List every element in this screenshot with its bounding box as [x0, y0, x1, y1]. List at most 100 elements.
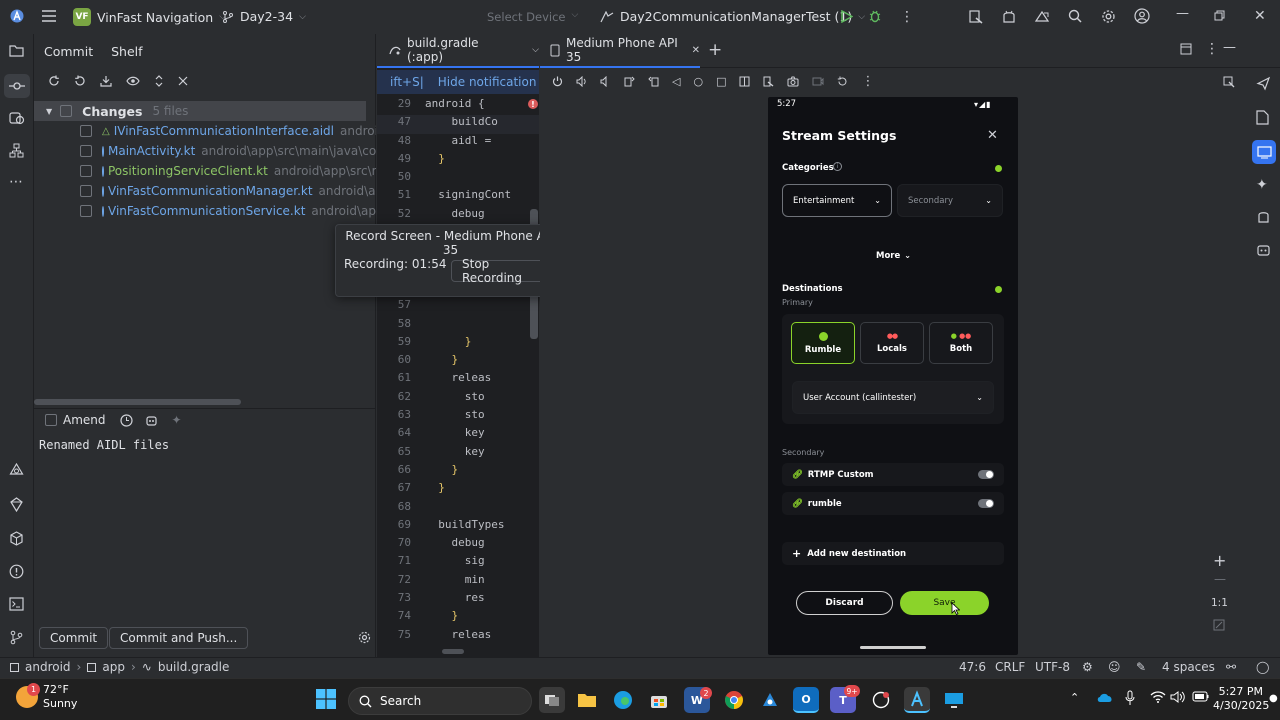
volume-down-icon[interactable]	[600, 76, 611, 87]
amend-checkbox[interactable]	[45, 414, 57, 426]
rtmp-toggle[interactable]	[978, 470, 994, 479]
indent-setting[interactable]: 4 spaces	[1162, 660, 1215, 674]
hide-notification-link[interactable]: Hide notification	[438, 75, 537, 89]
zoom-out-icon[interactable]: —	[1214, 572, 1226, 586]
notifications-icon[interactable]	[1256, 76, 1271, 91]
file-checkbox[interactable]	[80, 145, 92, 157]
line-ending[interactable]: CRLF	[995, 660, 1025, 674]
file-checkbox[interactable]	[80, 205, 92, 217]
destination-rumble-button[interactable]: Rumble	[791, 322, 855, 364]
list-item[interactable]: VinFastCommunicationManager.kt android\a…	[80, 181, 376, 201]
category-secondary-select[interactable]: Secondary ⌄	[897, 184, 1003, 217]
gradle-icon[interactable]	[9, 497, 24, 512]
file-checkbox[interactable]	[80, 165, 92, 177]
layout-icon[interactable]	[1180, 43, 1192, 55]
expand-all-icon[interactable]	[154, 75, 164, 87]
code-line[interactable]: 52 debug	[377, 207, 539, 225]
list-item[interactable]: MainActivity.kt android\app\src\main\jav…	[80, 141, 376, 161]
running-devices-icon[interactable]	[1252, 140, 1276, 164]
microsoft-store-icon[interactable]	[646, 687, 672, 713]
caret-position[interactable]: 47:6	[959, 660, 986, 674]
onedrive-icon[interactable]	[1096, 691, 1114, 703]
screen-recorder-icon[interactable]	[868, 687, 894, 713]
device-tools-icon[interactable]	[763, 76, 774, 87]
file-explorer-icon[interactable]	[574, 687, 600, 713]
task-view-icon[interactable]	[539, 687, 565, 713]
code-line[interactable]: 61 releas	[377, 371, 539, 389]
more-actions-icon[interactable]: ⋮	[900, 9, 914, 25]
code-line[interactable]: 49 }	[377, 152, 539, 170]
snapshot-icon[interactable]	[837, 76, 848, 87]
main-menu-icon[interactable]	[42, 10, 56, 22]
overview-icon[interactable]: □	[716, 75, 726, 88]
tab-emulator[interactable]: Medium Phone API 35 ✕	[540, 34, 700, 68]
commit-message[interactable]: Renamed AIDL files	[39, 438, 169, 452]
assistant-icon[interactable]	[1256, 243, 1271, 258]
list-item[interactable]: △ IVinFastCommunicationInterface.aidl an…	[80, 121, 376, 141]
notification-bell-icon[interactable]: ●	[1269, 693, 1278, 704]
panel-options-icon[interactable]: ⋮	[1205, 41, 1219, 57]
destination-locals-button[interactable]: ●● Locals	[860, 322, 924, 364]
file-encoding[interactable]: UTF-8	[1035, 660, 1070, 674]
code-line[interactable]: 69 buildTypes	[377, 518, 539, 536]
system-clock[interactable]: 5:27 PM 4/30/2025	[1213, 685, 1269, 713]
commit-button[interactable]: Commit	[39, 627, 109, 649]
code-line[interactable]: 50	[377, 170, 539, 188]
changes-checkbox[interactable]	[60, 105, 73, 117]
code-line[interactable]: 62 sto	[377, 390, 539, 408]
structure-icon[interactable]	[9, 143, 24, 158]
account-icon[interactable]	[1134, 8, 1150, 24]
destination-both-button[interactable]: ● ●● Both	[929, 322, 993, 364]
update-icon[interactable]	[100, 75, 112, 87]
horizontal-scrollbar[interactable]	[34, 399, 241, 405]
home-icon[interactable]: ○	[693, 75, 703, 88]
code-line[interactable]: 59 }	[377, 335, 539, 353]
wifi-icon[interactable]	[1150, 691, 1166, 703]
rotate-left-icon[interactable]	[624, 76, 635, 87]
sdk-manager-icon[interactable]	[968, 9, 984, 25]
breadcrumb-item[interactable]: android	[25, 660, 71, 674]
add-destination-button[interactable]: + Add new destination	[782, 542, 1004, 565]
device-explorer-icon[interactable]	[1223, 76, 1235, 88]
zoom-actual-size[interactable]: 1:1	[1211, 597, 1228, 609]
rotate-right-icon[interactable]	[648, 76, 659, 87]
info-icon[interactable]: i	[833, 162, 842, 171]
changes-group[interactable]: ▼ Changes 5 files	[46, 101, 366, 121]
build-variants-icon[interactable]	[9, 463, 24, 478]
rumble-toggle[interactable]	[978, 499, 994, 508]
file-checkbox[interactable]	[80, 125, 92, 137]
commit-and-push-button[interactable]: Commit and Push...	[109, 627, 249, 649]
code-line[interactable]: 60 }	[377, 353, 539, 371]
code-line[interactable]: 66 }	[377, 463, 539, 481]
list-item[interactable]: PositioningServiceClient.kt android\app\…	[80, 161, 376, 181]
power-icon[interactable]	[552, 76, 563, 87]
error-indicator-icon[interactable]: !	[528, 99, 538, 109]
amend-label[interactable]: Amend	[63, 413, 106, 427]
problems-icon[interactable]	[9, 564, 24, 579]
debug-icon[interactable]	[868, 9, 882, 23]
power-save-icon[interactable]: ✎	[1136, 660, 1146, 674]
app-inspection-icon[interactable]	[9, 531, 24, 546]
volume-icon[interactable]	[1170, 691, 1186, 703]
project-folder-icon[interactable]	[9, 44, 24, 57]
tab-shelf[interactable]: Shelf	[111, 44, 142, 59]
more-tools-icon[interactable]: ⋯	[9, 174, 23, 190]
category-primary-select[interactable]: Entertainment ⌄	[782, 184, 892, 217]
fit-screen-icon[interactable]	[1213, 619, 1225, 631]
run-config-selector[interactable]: Day2CommunicationManagerTest (1) ⌵	[600, 9, 865, 24]
discard-button[interactable]: Discard	[796, 591, 893, 615]
chevron-down-icon[interactable]: ⌵	[532, 45, 539, 55]
outlook-icon[interactable]: O	[793, 687, 819, 713]
hide-panel-icon[interactable]: —	[1223, 40, 1236, 55]
project-selector[interactable]: VF VinFast Navigation ⌵	[73, 8, 226, 26]
add-device-icon[interactable]: +	[708, 40, 722, 60]
edge-browser-icon[interactable]	[610, 687, 636, 713]
code-line[interactable]: 57	[377, 298, 539, 316]
close-tab-icon[interactable]: ✕	[692, 45, 700, 56]
refresh-icon[interactable]	[48, 75, 60, 87]
fold-icon[interactable]	[739, 76, 750, 87]
code-line[interactable]: 70 debug	[377, 536, 539, 554]
more-button[interactable]: More ⌄	[876, 251, 911, 261]
code-line[interactable]: 51 signingCont	[377, 188, 539, 206]
branch-selector[interactable]: Day2-34 ⌵	[222, 9, 306, 24]
